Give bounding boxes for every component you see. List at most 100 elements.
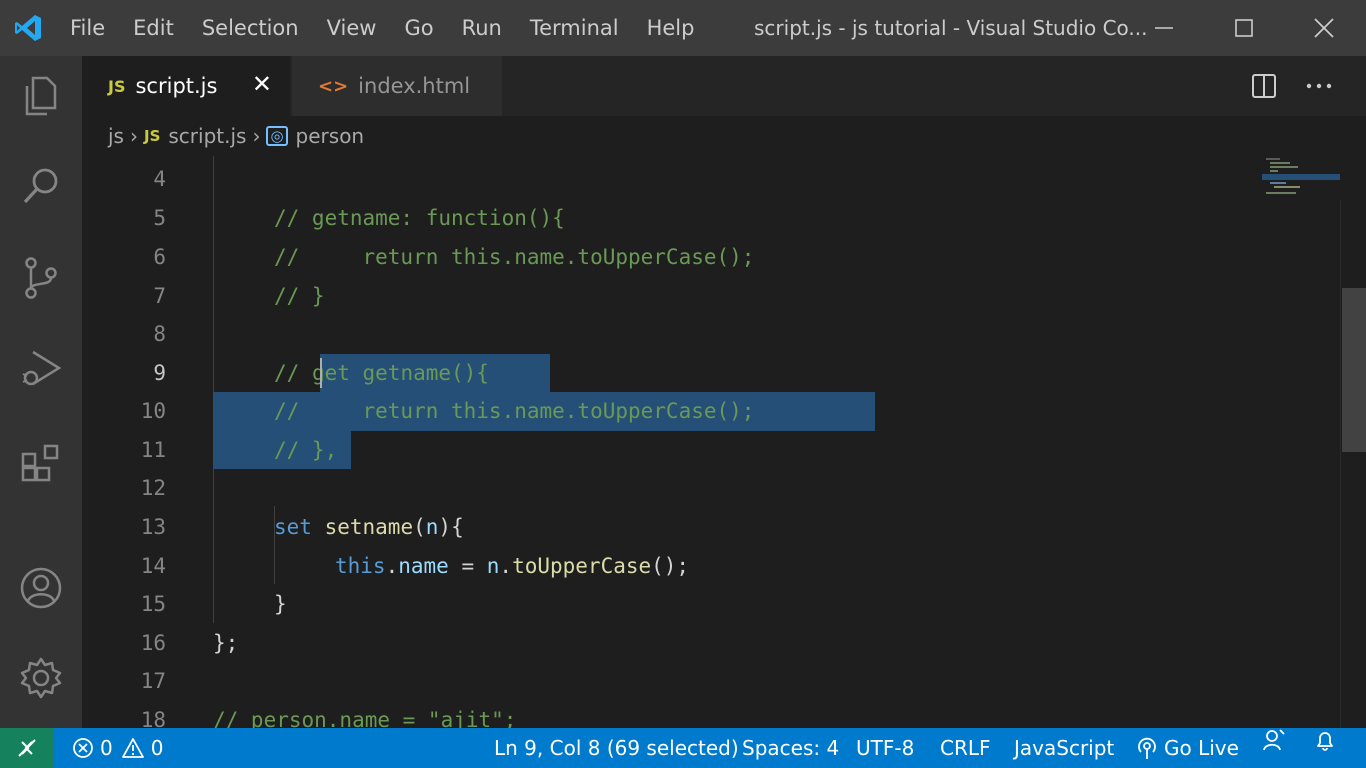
code-line: 18 // person.name = "ajit";: [82, 701, 1262, 728]
menu-file[interactable]: File: [56, 0, 119, 56]
minimize-icon: [1155, 27, 1173, 29]
go-live-button[interactable]: Go Live: [1136, 728, 1239, 768]
code-text: // person.name = "ajit";: [213, 708, 517, 728]
vscode-logo-icon: [0, 0, 56, 56]
breadcrumb-file[interactable]: script.js: [168, 124, 246, 148]
maximize-icon: [1235, 19, 1253, 37]
tab-script-js[interactable]: JS script.js ✕: [82, 56, 290, 116]
activity-bar: [0, 56, 82, 728]
feedback-button[interactable]: [1262, 728, 1286, 752]
tab-close-icon[interactable]: ✕: [252, 70, 272, 98]
js-file-icon: JS: [108, 76, 126, 96]
scrollbar-thumb[interactable]: [1342, 288, 1366, 452]
explorer-icon[interactable]: [0, 60, 82, 132]
line-number: 10: [140, 399, 166, 423]
line-number: 13: [140, 515, 166, 539]
title-bar: File Edit Selection View Go Run Terminal…: [0, 0, 1366, 56]
source-control-icon[interactable]: [0, 242, 82, 314]
line-number: 16: [140, 631, 166, 655]
code-line: 11 // },: [82, 431, 1262, 470]
more-actions-button[interactable]: [1294, 56, 1344, 116]
go-live-label: Go Live: [1164, 736, 1239, 760]
account-icon[interactable]: [0, 552, 82, 624]
line-number: 12: [140, 476, 166, 500]
close-icon: [1314, 18, 1334, 38]
more-dots-icon: [1306, 83, 1332, 89]
line-number: 4: [153, 167, 166, 191]
window-title: script.js - js tutorial - Visual Studio …: [754, 16, 1148, 40]
chevron-right-icon: ›: [129, 124, 138, 148]
remote-icon: [18, 739, 36, 757]
tab-bar: JS script.js ✕ <> index.html: [82, 56, 1366, 116]
code-line: 8: [82, 315, 1262, 354]
split-editor-button[interactable]: [1239, 56, 1289, 116]
menu-terminal[interactable]: Terminal: [516, 0, 633, 56]
code-line: 14 this.name = n.toUpperCase();: [82, 547, 1262, 586]
tab-label: script.js: [135, 74, 218, 98]
code-line: 9 // get getname(){: [82, 354, 1262, 393]
line-number: 14: [140, 554, 166, 578]
code-text: // get getname(){: [274, 361, 489, 385]
tab-index-html[interactable]: <> index.html: [292, 56, 502, 116]
language-mode[interactable]: JavaScript: [1014, 728, 1114, 768]
html-file-icon: <>: [318, 75, 349, 97]
code-text: // return this.name.toUpperCase();: [274, 245, 755, 269]
line-number: 9: [153, 361, 166, 385]
line-number: 6: [153, 245, 166, 269]
menu-bar: File Edit Selection View Go Run Terminal…: [56, 0, 708, 56]
js-file-icon: JS: [143, 127, 161, 145]
search-icon[interactable]: [0, 150, 82, 222]
warning-icon: [121, 738, 144, 758]
settings-gear-icon[interactable]: [0, 642, 82, 714]
line-number: 5: [153, 206, 166, 230]
code-text: // return this.name.toUpperCase();: [274, 399, 755, 423]
code-line: 17: [82, 662, 1262, 701]
close-window-button[interactable]: [1284, 0, 1364, 56]
code-editor[interactable]: 4 5 // getname: function(){ 6 // return …: [82, 156, 1366, 728]
bell-icon: [1317, 732, 1333, 751]
menu-edit[interactable]: Edit: [119, 0, 188, 56]
code-line: 10 // return this.name.toUpperCase();: [82, 392, 1262, 431]
line-number: 11: [140, 438, 166, 462]
minimap[interactable]: [1262, 156, 1340, 216]
remote-indicator-button[interactable]: [0, 728, 54, 768]
code-text: }: [274, 592, 287, 616]
variable-symbol-icon: ◎: [266, 126, 288, 146]
breadcrumb: js › JS script.js › ◎ person: [82, 116, 1366, 156]
line-number: 7: [153, 284, 166, 308]
line-number: 17: [140, 669, 166, 693]
vertical-scrollbar[interactable]: [1340, 200, 1366, 728]
minimize-button[interactable]: [1124, 0, 1204, 56]
code-line: 5 // getname: function(){: [82, 199, 1262, 238]
extensions-icon[interactable]: [0, 426, 82, 498]
split-editor-icon: [1252, 74, 1276, 98]
code-line: 6 // return this.name.toUpperCase();: [82, 238, 1262, 277]
breadcrumb-folder[interactable]: js: [108, 124, 124, 148]
code-line: 12: [82, 469, 1262, 508]
code-text: // getname: function(){: [274, 206, 565, 230]
error-icon: [73, 738, 93, 758]
menu-run[interactable]: Run: [448, 0, 516, 56]
problems-button[interactable]: 0 0: [72, 728, 163, 768]
encoding-setting[interactable]: UTF-8: [856, 728, 914, 768]
code-line: 13 set setname(n){: [82, 508, 1262, 547]
menu-view[interactable]: View: [313, 0, 391, 56]
eol-setting[interactable]: CRLF: [940, 728, 991, 768]
breadcrumb-symbol[interactable]: person: [296, 124, 365, 148]
menu-help[interactable]: Help: [633, 0, 709, 56]
tab-label: index.html: [358, 74, 471, 98]
cursor-position[interactable]: Ln 9, Col 8 (69 selected): [494, 728, 739, 768]
code-line: 7 // }: [82, 277, 1262, 316]
code-text: // },: [274, 438, 338, 462]
code-line: 15 }: [82, 585, 1262, 624]
menu-selection[interactable]: Selection: [188, 0, 313, 56]
maximize-button[interactable]: [1204, 0, 1284, 56]
line-number: 15: [140, 592, 166, 616]
warning-count: 0: [150, 736, 164, 760]
notifications-button[interactable]: [1314, 728, 1336, 752]
indentation-setting[interactable]: Spaces: 4: [742, 728, 839, 768]
feedback-icon: [1263, 729, 1285, 751]
code-text: this.name = n.toUpperCase();: [335, 554, 690, 578]
run-debug-icon[interactable]: [0, 332, 82, 404]
menu-go[interactable]: Go: [390, 0, 447, 56]
